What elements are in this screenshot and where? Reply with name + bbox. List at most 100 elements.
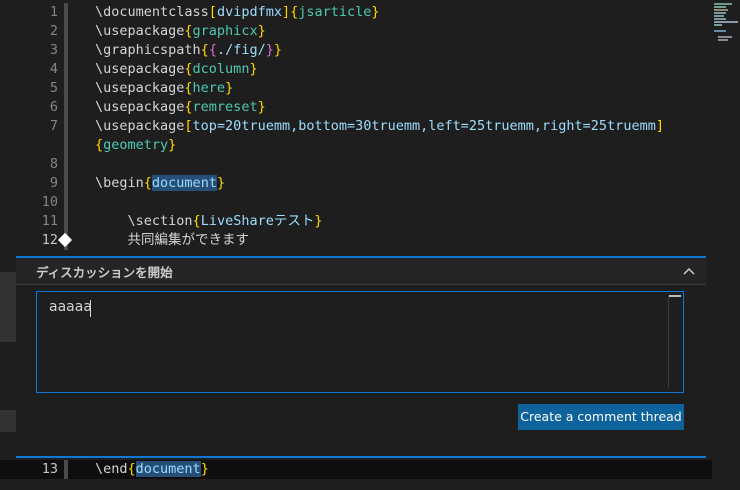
line-text[interactable]: \usepackage{here} [95,79,233,98]
line-number: 4 [49,61,58,77]
token: } [371,4,380,20]
token: \graphicspath [95,42,201,58]
token: } [314,213,323,229]
token: ./fig/ [216,42,266,58]
line-number: 6 [49,99,58,115]
line-text[interactable]: \section{LiveShareテスト} [95,212,323,231]
token: \usepackage [95,23,185,39]
gutter-indicator [64,460,68,479]
line-text[interactable]: \graphicspath{{./fig/}} [95,41,282,60]
code-line[interactable]: {geometry} [0,136,712,155]
line-number: 7 [49,118,58,134]
line-text[interactable]: \usepackage{dcolumn} [95,60,258,79]
comment-widget-header: ディスカッションを開始 [16,258,706,285]
line-number: 10 [41,194,58,210]
gutter-indicator [64,79,68,98]
token: remreset [192,99,258,115]
token: \usepackage [95,99,185,115]
gutter-indicator [64,22,68,41]
strip-segment [0,272,16,342]
gutter-indicator [64,60,68,79]
gutter-indicator [64,193,68,212]
code-line[interactable]: 2 \usepackage{graphicx} [0,22,712,41]
gutter-indicator [64,3,68,22]
token: 共同編集ができます [95,232,250,248]
line-text[interactable]: \usepackage{remreset} [95,98,266,117]
create-comment-thread-button[interactable]: Create a comment thread [518,404,684,430]
gutter-indicator [64,174,68,193]
code-line[interactable]: 5 \usepackage{here} [0,79,712,98]
chevron-up-icon[interactable] [680,262,698,280]
line-number: 8 [49,156,58,172]
token: here [192,80,226,96]
line-text[interactable]: \end{document} [95,460,209,479]
code-line[interactable]: 9 \begin{document} [0,174,712,193]
gutter-indicator [64,212,68,231]
code-line[interactable]: 12 共同編集ができます [0,231,712,250]
token: \usepackage [95,118,185,134]
token: dvipdfmx [216,4,282,20]
line-number: 12 [41,232,58,248]
code-line[interactable]: 3 \graphicspath{{./fig/}} [0,41,712,60]
line-number: 1 [49,4,58,20]
line-text[interactable]: {geometry} [95,136,176,155]
comment-input-scrollbar[interactable] [668,295,681,388]
line-text[interactable]: 共同編集ができます [95,231,250,250]
code-editor[interactable]: 1 \documentclass[dvipdfmx]{jsarticle} 2 \us… [0,0,712,490]
comment-widget: ディスカッションを開始 aaaaa Create a comment threa… [16,256,706,458]
token: { [184,23,193,39]
code-line[interactable]: 10 [0,193,712,212]
line-text[interactable]: \usepackage{graphicx} [95,22,266,41]
token: jsarticle [298,4,372,20]
token: { [200,42,209,58]
token: graphicx [192,23,258,39]
code-line[interactable]: 11 \section{LiveShareテスト} [0,212,712,231]
comment-widget-title: ディスカッションを開始 [36,265,173,280]
token: { [184,99,193,115]
gutter-indicator [64,41,68,60]
code-line[interactable]: 8 [0,155,712,174]
line-text[interactable]: \begin{document} [95,174,225,193]
line-number: 11 [41,213,58,229]
line-number: 2 [49,23,58,39]
token: } [216,175,226,191]
token: } [225,80,234,96]
token: dcolumn [192,61,250,77]
token: document [135,461,201,477]
token: } [200,461,209,477]
line-text[interactable]: \documentclass[dvipdfmx]{jsarticle} [95,3,380,22]
token: { [95,137,104,153]
token: ] [655,118,664,134]
gutter-indicator [64,155,68,174]
line-number: 13 [41,461,58,477]
token: [ [184,118,193,134]
token: { [184,61,193,77]
token: \usepackage [95,80,185,96]
code-line[interactable]: 4 \usepackage{dcolumn} [0,60,712,79]
token: \documentclass [95,4,209,20]
line-text[interactable]: \usepackage[top=20truemm,bottom=30truemm… [95,117,664,136]
gutter-indicator [64,98,68,117]
token: } [257,99,266,115]
code-line[interactable]: 1 \documentclass[dvipdfmx]{jsarticle} [0,3,712,22]
code-line[interactable]: 13 \end{document} [0,460,712,479]
token: \section [95,213,193,229]
token: geometry [103,137,169,153]
minimap[interactable] [712,0,740,490]
code-line[interactable]: 7 \usepackage[top=20truemm,bottom=30truem… [0,117,712,136]
token: { [127,461,136,477]
token: [ [208,4,217,20]
token: } [168,137,177,153]
token: } [249,61,258,77]
token: \usepackage [95,61,185,77]
token: { [184,80,193,96]
token: \begin [95,175,144,191]
comment-input[interactable]: aaaaa [36,291,684,393]
comment-input-value: aaaaa [49,299,92,315]
code-line[interactable]: 6 \usepackage{remreset} [0,98,712,117]
gutter-indicator [64,117,68,136]
token: { [192,213,201,229]
line-number: 5 [49,80,58,96]
token: document [151,175,217,191]
token: \end [95,461,128,477]
